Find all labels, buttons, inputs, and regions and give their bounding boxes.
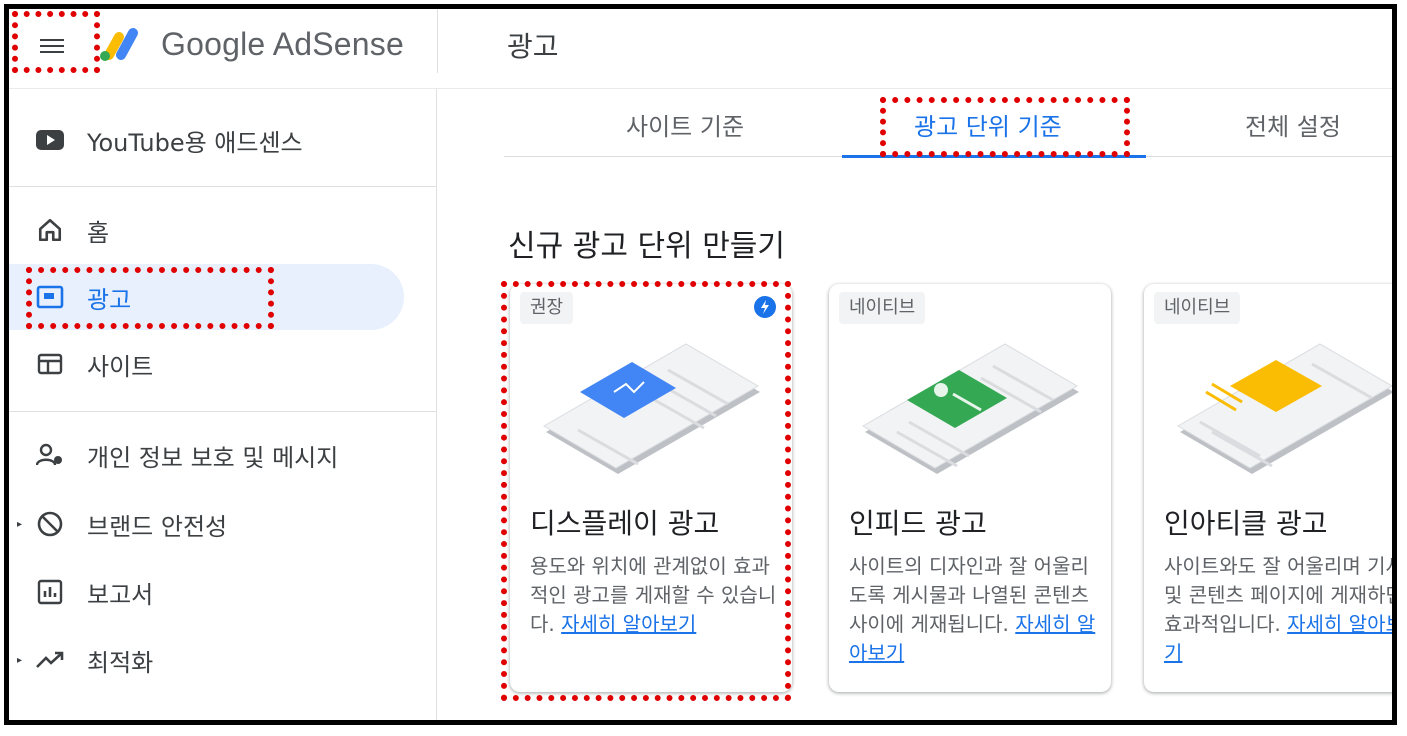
menu-icon[interactable] — [37, 31, 67, 61]
card-title: 인아티클 광고 — [1164, 507, 1328, 540]
card-description: 사이트와도 잘 어울리며 기사 및 콘텐츠 페이지에 게재하면 효과적입니다. … — [1164, 552, 1392, 668]
sidebar-divider — [9, 411, 437, 412]
sidebar-item-label: 사이트 — [87, 352, 154, 381]
privacy-icon — [35, 440, 65, 470]
card-title: 인피드 광고 — [849, 507, 987, 540]
tab-by-ad-unit[interactable]: 광고 단위 기준 — [914, 107, 1062, 142]
sidebar-item-label: 브랜드 안전성 — [87, 512, 228, 541]
infeed-ad-card[interactable]: 네이티브 인피드 광고 사이트의 디자인과 잘 어울리도록 게시물과 나열된 콘… — [829, 284, 1111, 692]
report-icon — [35, 577, 65, 607]
app-header: Google AdSense 광고 — [9, 9, 1392, 89]
learn-more-link[interactable]: 자세히 알아보기 — [561, 612, 696, 636]
sidebar-item-sites[interactable]: 사이트 — [9, 334, 437, 394]
tab-by-site[interactable]: 사이트 기준 — [626, 107, 744, 142]
section-title: 신규 광고 단위 만들기 — [508, 229, 786, 264]
sidebar-item-label: YouTube용 애드센스 — [87, 128, 303, 157]
sidebar-item-ads[interactable]: 광고 — [9, 267, 437, 327]
page-title: 광고 — [507, 30, 559, 63]
expand-caret-icon[interactable]: ▸ — [17, 655, 22, 666]
main-content: 사이트 기준 광고 단위 기준 전체 설정 신규 광고 단위 만들기 권장 디스… — [438, 89, 1392, 720]
trending-icon — [35, 645, 65, 675]
brand-name: Google AdSense — [161, 26, 404, 62]
sidebar-item-label: 홈 — [87, 218, 110, 247]
expand-caret-icon[interactable]: ▸ — [17, 519, 22, 530]
sidebar-item-label: 개인 정보 보호 및 메시지 — [87, 443, 339, 472]
recommended-badge: 권장 — [520, 292, 574, 324]
infeed-ad-illustration — [862, 343, 1079, 474]
active-tab-indicator — [842, 155, 1146, 158]
native-badge: 네이티브 — [1154, 292, 1241, 324]
sidebar-item-brand-safety[interactable]: ▸ 브랜드 안전성 — [9, 494, 437, 554]
ads-icon — [35, 282, 65, 312]
display-ad-illustration — [543, 343, 760, 474]
youtube-icon — [35, 125, 65, 155]
native-badge: 네이티브 — [839, 292, 926, 324]
sidebar-divider — [9, 186, 437, 187]
sidebar-item-privacy[interactable]: 개인 정보 보호 및 메시지 — [9, 425, 437, 485]
home-icon — [35, 215, 65, 245]
sidebar-item-home[interactable]: 홈 — [9, 200, 437, 260]
tab-bar: 사이트 기준 광고 단위 기준 전체 설정 — [504, 89, 1392, 158]
inarticle-ad-illustration — [1177, 343, 1392, 474]
card-title: 디스플레이 광고 — [530, 507, 720, 540]
sites-icon — [35, 349, 65, 379]
sidebar-item-label: 최적화 — [87, 648, 154, 677]
sidebar-item-reports[interactable]: 보고서 — [9, 562, 437, 622]
sidebar-item-optimization[interactable]: ▸ 최적화 — [9, 630, 437, 690]
tab-global-settings[interactable]: 전체 설정 — [1245, 107, 1341, 142]
sidebar: YouTube용 애드센스 홈 광고 사이트 개인 정보 보호 및 메시지 ▸ … — [9, 89, 437, 720]
sidebar-item-youtube[interactable]: YouTube용 애드센스 — [9, 110, 437, 170]
block-icon — [35, 509, 65, 539]
adsense-logo-icon — [100, 28, 138, 61]
inarticle-ad-card[interactable]: 네이티브 인아티클 광고 사이트와도 잘 어울리며 기사 및 콘텐츠 페이지에 … — [1144, 284, 1392, 692]
screenshot-frame: Google AdSense 광고 YouTube용 애드센스 홈 광고 사이트… — [4, 4, 1397, 725]
card-description: 용도와 위치에 관계없이 효과적인 광고를 게재할 수 있습니다. 자세히 알아… — [530, 552, 780, 639]
bolt-icon — [754, 296, 776, 318]
card-description: 사이트의 디자인과 잘 어울리도록 게시물과 나열된 콘텐츠 사이에 게재됩니다… — [849, 552, 1099, 668]
display-ad-card[interactable]: 권장 디스플레이 광고 용도와 위치에 관계없이 효과적인 광고를 게재할 수 … — [510, 284, 792, 692]
sidebar-item-label: 광고 — [87, 285, 132, 314]
header-divider — [437, 9, 438, 73]
sidebar-item-label: 보고서 — [87, 580, 154, 609]
